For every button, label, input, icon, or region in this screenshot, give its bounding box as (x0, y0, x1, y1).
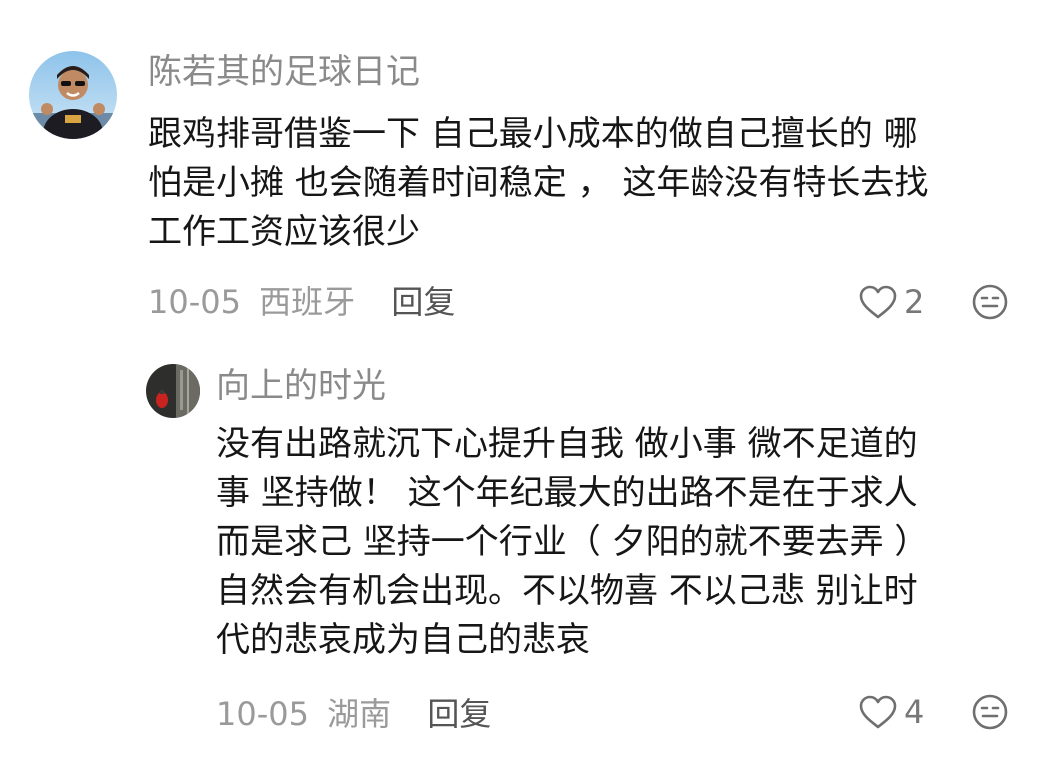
comment-username[interactable]: 向上的时光 (216, 364, 386, 408)
comment-text-line: 怕是小摊 也会随着时间稳定 ， 这年龄没有特长去找 (148, 163, 929, 203)
comment-username[interactable]: 陈若其的足球日记 (148, 50, 420, 94)
comment-meta: 10-05 西班牙 回复 (148, 282, 455, 322)
comment-text-line: 事 坚持做！ 这个年纪最大的出路不是在于求人 (216, 473, 918, 513)
comment-item: 陈若其的足球日记 跟鸡排哥借鉴一下 自己最小成本的做自己擅长的 哪 怕是小摊 也… (0, 0, 1057, 340)
dislike-button[interactable] (971, 693, 1009, 731)
comment-text-line: 没有出路就沉下心提升自我 做小事 微不足道的 (216, 424, 918, 464)
comment-text-line: 自然会有机会出现。不以物喜 不以己悲 别让时 (216, 571, 918, 611)
comment-text-line: 代的悲哀成为自己的悲哀 (216, 620, 590, 660)
dislike-button[interactable] (971, 283, 1009, 321)
heart-outline-icon (859, 285, 897, 319)
comment-content: 没有出路就沉下心提升自我 做小事 微不足道的 事 坚持做！ 这个年纪最大的出路不… (216, 420, 928, 665)
reply-comment-item: 向上的时光 没有出路就沉下心提升自我 做小事 微不足道的 事 坚持做！ 这个年纪… (0, 340, 1057, 772)
comment-location: 西班牙 (259, 283, 356, 321)
user-avatar[interactable] (146, 364, 200, 418)
comment-meta: 10-05 湖南 回复 (216, 694, 491, 734)
comment-text-line: 工作工资应该很少 (148, 212, 420, 252)
neutral-face-icon (972, 694, 1008, 730)
reply-button[interactable]: 回复 (427, 695, 491, 733)
comment-text-line: 跟鸡排哥借鉴一下 自己最小成本的做自己擅长的 哪 (148, 114, 918, 154)
comment-content: 跟鸡排哥借鉴一下 自己最小成本的做自己擅长的 哪 怕是小摊 也会随着时间稳定 ，… (148, 110, 928, 257)
comment-text-line: 而是求己 坚持一个行业（ 夕阳的就不要去弄 ） (216, 522, 929, 562)
neutral-face-icon (972, 284, 1008, 320)
user-avatar[interactable] (29, 51, 117, 139)
comment-location: 湖南 (327, 695, 392, 733)
heart-outline-icon (859, 695, 897, 729)
like-count: 2 (904, 283, 925, 321)
like-count: 4 (904, 693, 925, 731)
like-button[interactable]: 2 (858, 282, 924, 322)
comment-date: 10-05 (216, 695, 309, 733)
reply-button[interactable]: 回复 (391, 283, 455, 321)
comment-date: 10-05 (148, 283, 241, 321)
like-button[interactable]: 4 (858, 692, 924, 732)
